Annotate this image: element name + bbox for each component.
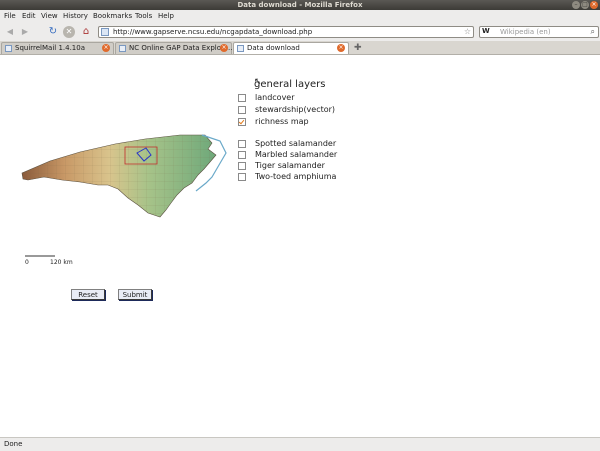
navigation-toolbar: ◀ ▶ ↻ ✕ ⌂ http://www.gapserve.ncsu.edu/n… (0, 23, 600, 42)
marbled-salamander-checkbox[interactable] (238, 151, 246, 159)
landcover-label: landcover (255, 93, 295, 102)
reset-button[interactable]: Reset (71, 289, 105, 300)
back-icon[interactable]: ◀ (4, 26, 16, 38)
marbled-salamander-label: Marbled salamander (255, 150, 338, 159)
new-tab-icon[interactable]: ✚ (354, 43, 362, 53)
tab-favicon-icon (237, 45, 244, 52)
richness-map-checkbox[interactable] (238, 118, 246, 126)
menu-view[interactable]: View (41, 12, 58, 20)
general-layers-heading: general layers (254, 79, 326, 90)
stop-icon[interactable]: ✕ (63, 26, 75, 38)
menu-tools[interactable]: Tools (135, 12, 152, 20)
status-text: Done (4, 440, 23, 448)
url-text[interactable]: http://www.gapserve.ncsu.edu/ncgapdata_d… (113, 28, 312, 36)
scale-start-label: 0 (25, 259, 29, 266)
reload-icon[interactable]: ↻ (47, 26, 59, 38)
two-toed-amphiuma-checkbox[interactable] (238, 173, 246, 181)
search-icon[interactable]: ⌕ (591, 27, 595, 37)
url-bar[interactable]: http://www.gapserve.ncsu.edu/ncgapdata_d… (98, 26, 474, 38)
tiger-salamander-checkbox[interactable] (238, 162, 246, 170)
stewardship-checkbox[interactable] (238, 106, 246, 114)
tab-nc-gap-explorer[interactable]: NC Online GAP Data Explore... × (115, 42, 235, 54)
tab-squirrelmail[interactable]: SquirrelMail 1.4.10a × (1, 42, 114, 54)
menu-bar: File Edit View History Bookmarks Tools H… (0, 10, 600, 23)
tab-data-download[interactable]: Data download × (233, 42, 349, 54)
close-tab-icon[interactable]: × (102, 44, 110, 52)
richness-map-label: richness map (255, 117, 309, 126)
menu-file[interactable]: File (4, 12, 16, 20)
search-bar[interactable]: W Wikipedia (en) ⌕ (479, 26, 599, 38)
nc-map[interactable] (20, 125, 230, 240)
forward-icon[interactable]: ▶ (19, 26, 31, 38)
tab-label: NC Online GAP Data Explore... (129, 44, 235, 52)
menu-bookmarks[interactable]: Bookmarks (93, 12, 132, 20)
tab-bar: SquirrelMail 1.4.10a × NC Online GAP Dat… (0, 41, 600, 55)
tiger-salamander-label: Tiger salamander (255, 161, 325, 170)
spotted-salamander-label: Spotted salamander (255, 139, 337, 148)
tab-favicon-icon (119, 45, 126, 52)
site-identity-icon[interactable] (101, 28, 109, 36)
two-toed-amphiuma-label: Two-toed amphiuma (255, 172, 337, 181)
close-tab-icon[interactable]: × (337, 44, 345, 52)
tab-label: SquirrelMail 1.4.10a (15, 44, 85, 52)
submit-button[interactable]: Submit (118, 289, 152, 300)
window-title: Data download - Mozilla Firefox (237, 1, 363, 9)
landcover-checkbox[interactable] (238, 94, 246, 102)
close-tab-icon[interactable]: × (220, 44, 228, 52)
menu-edit[interactable]: Edit (22, 12, 36, 20)
page-content: 0 120 km general layers landcover stewar… (0, 55, 600, 437)
menu-help[interactable]: Help (158, 12, 174, 20)
search-engine-icon[interactable]: W (482, 27, 490, 35)
spotted-salamander-checkbox[interactable] (238, 140, 246, 148)
tab-favicon-icon (5, 45, 12, 52)
home-icon[interactable]: ⌂ (80, 26, 92, 38)
bookmark-star-icon[interactable]: ☆ (464, 27, 471, 36)
window-titlebar: – □ × Data download - Mozilla Firefox (0, 0, 600, 10)
stewardship-label: stewardship(vector) (255, 105, 336, 114)
tab-label: Data download (247, 44, 300, 52)
mouse-cursor-icon: ↖ (254, 77, 262, 87)
search-input[interactable]: Wikipedia (en) (500, 28, 551, 36)
county-grid (22, 135, 216, 217)
scale-end-label: 120 km (50, 259, 73, 266)
menu-history[interactable]: History (63, 12, 88, 20)
status-bar: Done (0, 437, 600, 451)
